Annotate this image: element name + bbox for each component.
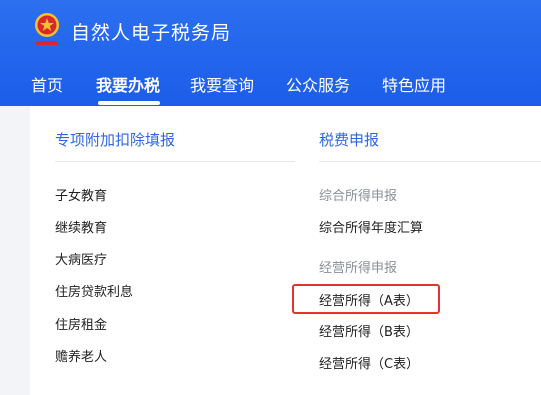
link-elderly-support[interactable]: 赡养老人 xyxy=(55,346,107,365)
link-continuing-education[interactable]: 继续教育 xyxy=(55,217,107,236)
app-title: 自然人电子税务局 xyxy=(71,22,232,44)
section-title-special-deductions: 专项附加扣除填报 xyxy=(55,131,176,149)
nav-item-home[interactable]: 首页 xyxy=(31,72,63,96)
link-business-income-b[interactable]: 经营所得（B表） xyxy=(319,321,419,340)
tax-emblem-icon[interactable] xyxy=(32,11,62,49)
nav-item-do-tax[interactable]: 我要办税 xyxy=(96,72,160,96)
top-header: 自然人电子税务局 首页 我要办税 我要查询 公众服务 特色应用 xyxy=(0,0,541,106)
nav-item-query[interactable]: 我要查询 xyxy=(190,72,254,96)
link-comprehensive-income-annual[interactable]: 综合所得年度汇算 xyxy=(319,217,423,236)
link-serious-illness[interactable]: 大病医疗 xyxy=(55,249,107,268)
highlight-box xyxy=(292,284,440,314)
active-tab-indicator xyxy=(98,101,160,105)
link-business-income-c[interactable]: 经营所得（C表） xyxy=(319,353,419,372)
link-housing-loan-interest[interactable]: 住房贷款利息 xyxy=(55,281,133,300)
link-children-education[interactable]: 子女教育 xyxy=(55,185,107,204)
section-divider xyxy=(55,161,295,162)
nav-item-public-service[interactable]: 公众服务 xyxy=(286,72,350,96)
group-label-comprehensive-income: 综合所得申报 xyxy=(319,189,398,204)
nav-item-featured-apps[interactable]: 特色应用 xyxy=(382,72,446,96)
main-nav: 首页 我要办税 我要查询 公众服务 特色应用 xyxy=(0,72,541,106)
section-title-tax-filing: 税费申报 xyxy=(319,131,380,149)
link-housing-rent[interactable]: 住房租金 xyxy=(55,314,107,333)
section-divider xyxy=(319,161,541,162)
group-label-business-income: 经营所得申报 xyxy=(319,261,398,276)
